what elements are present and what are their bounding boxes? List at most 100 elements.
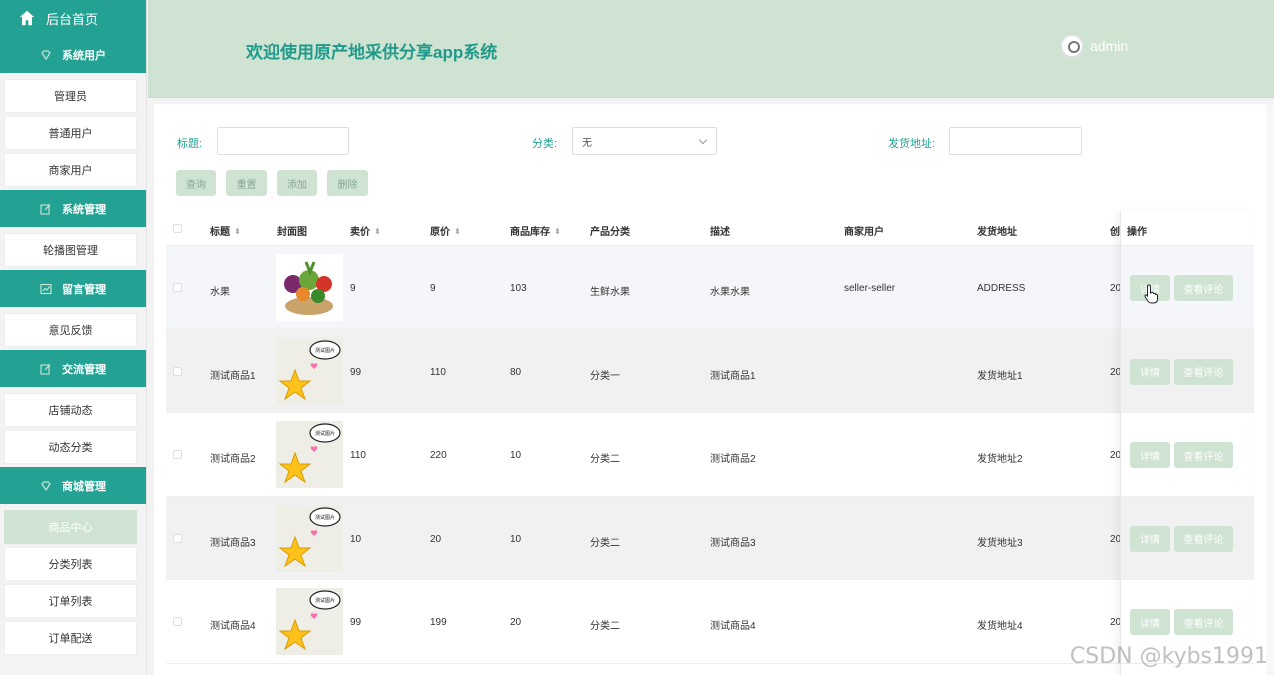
query-button[interactable]: 查询 [176,170,216,196]
edit-icon [40,203,51,215]
sort-icon[interactable]: ⬍ [374,228,381,236]
sidebar: 后台首页 系统用户 管理员 普通用户 商家用户 系统管理 轮播图管理 留言管理 … [0,0,147,675]
cell-price: 10 [350,533,362,545]
sidebar-item-label: 订单配送 [48,633,93,645]
watermark: CSDN @kybs1991 [1069,644,1268,669]
cell-description: 测试商品1 [710,370,756,382]
menu-group-label: 留言管理 [62,283,106,296]
sidebar-item-admins[interactable]: 管理员 [4,79,137,113]
sidebar-item-label: 商品中心 [48,522,93,534]
menu-group-mall[interactable]: 商城管理 [0,467,146,504]
cell-created: 20 [1110,366,1122,378]
sidebar-item-order-delivery[interactable]: 订单配送 [4,621,137,655]
cell-created: 20 [1110,283,1122,294]
scrollbar[interactable] [1266,104,1274,675]
col-stock[interactable]: 商品库存 ⬍ [510,223,561,238]
row-checkbox[interactable] [173,450,182,459]
row-checkbox[interactable] [173,617,182,626]
thumb-caption: 测试图片 [315,514,335,521]
row-checkbox[interactable] [173,283,182,292]
cell-title: 测试商品2 [210,454,256,465]
col-price[interactable]: 卖价 ⬍ [350,223,381,238]
cell-title: 水果 [210,287,230,298]
thumb-caption: 测试图片 [315,597,335,604]
table-row: 测试商品3 测试图片 10 20 10 分类二 测试商品3 发货地址3 20 详… [166,496,1254,580]
home-link[interactable]: 后台首页 [0,0,146,36]
title-filter-input[interactable] [217,127,349,155]
reset-button[interactable]: 重置 [226,170,267,196]
cell-price: 99 [350,366,362,378]
table-header: 标题 ⬍ 封面图 卖价 ⬍ 原价 ⬍ 商品库存 ⬍ 产品分类 描述 商家用户 发货地址 … [166,211,1254,246]
cell-address: 发货地址2 [977,454,1023,465]
sort-icon[interactable]: ⬍ [454,228,461,236]
product-image: 测试图片 [276,504,343,572]
cell-category: 生鲜水果 [590,287,630,298]
product-image: 测试图片 [276,421,343,488]
col-price-label: 卖价 [350,227,370,238]
cell-category: 分类一 [590,370,620,382]
delete-button[interactable]: 删除 [327,170,368,196]
detail-button[interactable]: 详情 [1130,609,1170,635]
view-comments-button[interactable]: 查看评论 [1174,525,1233,552]
col-created: 创 [1110,227,1120,238]
view-comments-button[interactable]: 查看评论 [1174,609,1233,635]
chart-icon [40,283,52,294]
vegetable-basket-image [284,261,333,315]
cell-stock: 103 [510,283,527,294]
menu-group-label: 系统管理 [62,203,106,216]
view-comments-button[interactable]: 查看评论 [1174,275,1233,301]
top-header: 欢迎使用原产地采供分享app系统 admin [148,0,1274,98]
menu-group-messages[interactable]: 留言管理 [0,270,146,307]
title-filter-label: 标题: [177,138,203,150]
detail-button[interactable]: 详情 [1130,525,1170,552]
menu-group-system-management[interactable]: 系统管理 [0,190,146,227]
col-merchant: 商家用户 [844,227,884,238]
home-label: 后台首页 [46,11,99,27]
user-menu[interactable]: admin [1060,34,1128,58]
cell-original-price: 20 [430,533,442,545]
view-comments-button[interactable]: 查看评论 [1174,442,1233,468]
sidebar-item-category-list[interactable]: 分类列表 [4,547,137,581]
add-button[interactable]: 添加 [277,170,317,196]
col-stock-label: 商品库存 [510,227,550,238]
sidebar-item-label: 轮播图管理 [43,245,98,257]
sidebar-item-users[interactable]: 普通用户 [4,116,137,150]
sidebar-item-news-categories[interactable]: 动态分类 [4,430,137,464]
cell-price: 110 [350,450,366,461]
sidebar-item-store-news[interactable]: 店铺动态 [4,393,137,427]
view-comments-button[interactable]: 查看评论 [1174,358,1233,385]
category-select[interactable]: 无 [572,127,717,155]
product-image: 测试图片 [276,337,343,405]
cell-address: 发货地址4 [977,621,1023,632]
menu-group-system-users[interactable]: 系统用户 [0,36,146,73]
star-placeholder-image: 测试图片 [278,506,341,567]
sidebar-item-products[interactable]: 商品中心 [4,510,137,544]
cell-category: 分类二 [590,621,620,632]
action-buttons: 查询 重置 添加 删除 [176,170,378,196]
col-title-label: 标题 [210,227,230,238]
menu-group-communication[interactable]: 交流管理 [0,350,146,387]
row-checkbox[interactable] [173,366,182,376]
col-original-price[interactable]: 原价 ⬍ [430,223,461,238]
col-title[interactable]: 标题 ⬍ [210,223,241,238]
cell-description: 测试商品4 [710,621,756,632]
page-title: 欢迎使用原产地采供分享app系统 [246,43,498,62]
cell-price: 99 [350,617,362,628]
sidebar-item-carousel[interactable]: 轮播图管理 [4,233,137,267]
sidebar-item-order-list[interactable]: 订单列表 [4,584,137,618]
row-checkbox[interactable] [173,533,182,543]
address-filter-input[interactable] [949,127,1082,155]
detail-button[interactable]: 详情 [1130,442,1170,468]
cell-stock: 10 [510,533,522,545]
select-all-checkbox[interactable] [173,224,182,233]
sidebar-item-merchants[interactable]: 商家用户 [4,153,137,187]
thumb-caption: 测试图片 [315,347,335,354]
cell-category: 分类二 [590,537,620,549]
detail-button[interactable]: 详情 [1130,358,1170,385]
cell-title: 测试商品3 [210,537,256,549]
sort-icon[interactable]: ⬍ [234,228,241,236]
sort-icon[interactable]: ⬍ [554,228,561,236]
diamond-icon [41,480,51,491]
sidebar-item-feedback[interactable]: 意见反馈 [4,313,137,347]
cell-address: 发货地址3 [977,537,1023,549]
